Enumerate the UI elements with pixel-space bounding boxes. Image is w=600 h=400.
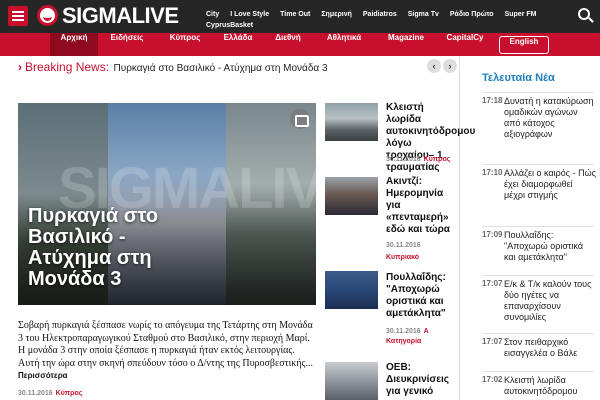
latest-news-time: 17:02 — [482, 375, 503, 384]
latest-news-item[interactable]: 17:18 Δυνατή η κατακύρωση ομαδικών αγώνω… — [482, 92, 594, 160]
latest-news-time: 17:10 — [482, 168, 503, 177]
chevron-right-icon: › — [18, 60, 22, 74]
top-bar: SIGMALIVE City I Love Style Time Out Σημερι… — [0, 0, 600, 33]
column-divider — [459, 56, 460, 400]
item-thumbnail[interactable] — [325, 103, 378, 141]
nav-item-world[interactable]: Διεθνή — [263, 33, 313, 56]
item-date: 30.11.2016 — [386, 328, 421, 335]
item-category[interactable]: Κυπριακό — [386, 254, 419, 261]
latest-news-text[interactable]: Πουλλαΐδης: "Αποχωρώ οριστικά και αμετάκ… — [504, 230, 596, 263]
item-thumbnail[interactable] — [325, 177, 378, 215]
hero-summary: Σοβαρή πυρκαγιά ξέσπασε νωρίς το απόγευμ… — [18, 320, 318, 383]
latest-news-time: 17:09 — [482, 230, 503, 239]
nav-item-capitalcy[interactable]: CapitalCy — [440, 33, 490, 56]
item-thumbnail[interactable] — [325, 271, 378, 309]
latest-news-text[interactable]: Δυνατή η κατακύρωση ομαδικών αγώνων από … — [504, 96, 596, 140]
item-category[interactable]: Κύπρος — [424, 156, 451, 163]
prev-arrow-icon[interactable]: ‹ — [427, 59, 441, 73]
hero-date: 30.11.2016 — [18, 390, 53, 397]
hero-image[interactable]: SIGMALIVE Πυρκαγιά στο Βασιλικό - Ατύχημ… — [18, 103, 316, 305]
site-logo[interactable]: SIGMALIVE — [62, 3, 179, 29]
breaking-headline[interactable]: Πυρκαγιά στο Βασιλικό - Ατύχημα στη Μονά… — [114, 63, 328, 74]
latest-news-text[interactable]: Κλειστή λωρίδα αυτοκινητόδρομου — [504, 375, 596, 397]
breaking-news-bar: › Breaking News: Πυρκαγιά στο Βασιλικό - … — [18, 58, 328, 76]
nav-item-news[interactable]: Ειδήσεις — [102, 33, 152, 56]
latest-news-text[interactable]: Στον πειθαρχικό εισαγγελέα ο Βάλε — [504, 337, 596, 359]
logo-icon[interactable] — [37, 5, 58, 26]
latest-news-time: 17:07 — [482, 337, 503, 346]
item-meta: 30.11.2016 — [386, 242, 421, 249]
nav-item-cyprus[interactable]: Κύπρος — [160, 33, 210, 56]
hero-meta: 30.11.2016 Κύπρος — [18, 390, 82, 397]
network-link-timeout[interactable]: Time Out — [280, 9, 310, 20]
item-meta: 30.11.2016 Κύπρος — [386, 156, 450, 163]
read-more-link[interactable]: Περισσότερα — [18, 371, 68, 380]
latest-news-heading: Τελευταία Νέα — [482, 72, 555, 84]
latest-news-text[interactable]: Αλλάζει ο καιρός - Πώς έχει διαμορφωθεί … — [504, 168, 596, 201]
item-meta-category: Κυπριακό — [383, 254, 419, 261]
latest-news-item[interactable]: 17:09 Πουλλαΐδης: "Αποχωρώ οριστικά και … — [482, 226, 594, 276]
item-title[interactable]: Πουλλαΐδης: "Αποχωρώ οριστικά και αμετάκ… — [386, 272, 456, 320]
item-title[interactable]: ΟΕΒ: Διευκρινίσεις για γενικό — [386, 362, 456, 398]
network-links: City I Love Style Time Out Σημερινή Paidiatr… — [206, 9, 566, 31]
nav-item-home[interactable]: Αρχική — [50, 33, 98, 56]
hero-title[interactable]: Πυρκαγιά στο Βασιλικό - Ατύχημα στη Μονά… — [28, 206, 208, 290]
main-nav: Αρχική Ειδήσεις Κύπρος Ελλάδα Διεθνή Αθλ… — [0, 33, 600, 56]
network-link-simerini[interactable]: Σημερινή — [321, 9, 352, 20]
latest-news-time: 17:07 — [482, 279, 503, 288]
latest-news-item[interactable]: 17:02 Κλειστή λωρίδα αυτοκινητόδρομου — [482, 371, 594, 400]
latest-news-text[interactable]: Ε/κ & Τ/κ καλούν τους δύο ηγέτες να επαν… — [504, 279, 596, 323]
network-link-superfm[interactable]: Super FM — [505, 9, 537, 20]
english-button[interactable]: English — [499, 36, 549, 54]
next-arrow-icon[interactable]: › — [443, 59, 457, 73]
nav-item-greece[interactable]: Ελλάδα — [213, 33, 263, 56]
network-link-city[interactable]: City — [206, 9, 219, 20]
item-thumbnail[interactable] — [325, 362, 378, 400]
hero-summary-text: Σοβαρή πυρκαγιά ξέσπασε νωρίς το απόγευμ… — [18, 320, 314, 369]
item-meta: 30.11.2016 Α Κατηγορία — [386, 327, 452, 347]
network-link-sigmatv[interactable]: Sigma Tv — [408, 9, 439, 20]
network-link-paidiatros[interactable]: Paidiatros — [363, 9, 397, 20]
nav-item-sports[interactable]: Αθλητικά — [316, 33, 372, 56]
latest-news-item[interactable]: 17:07 Ε/κ & Τ/κ καλούν τους δύο ηγέτες ν… — [482, 275, 594, 335]
menu-icon[interactable] — [8, 6, 28, 26]
hero-category[interactable]: Κύπρος — [56, 390, 83, 397]
latest-news-item[interactable]: 17:10 Αλλάζει ο καιρός - Πώς έχει διαμορ… — [482, 164, 596, 226]
item-title[interactable]: Ακιντζί: Ημερομηνία για «πενταμερή» εδώ … — [386, 176, 456, 236]
network-link-cyprusbasket[interactable]: CyprusBasket — [206, 20, 253, 31]
item-title[interactable]: Κλειστή λωρίδα αυτοκινητόδρομου λόγω τρο… — [386, 102, 475, 174]
breaking-label: Breaking News: — [25, 60, 110, 74]
item-date: 30.11.2016 — [386, 242, 421, 249]
item-date: 30.11.2016 — [386, 156, 421, 163]
network-link-ilovestyle[interactable]: I Love Style — [230, 9, 269, 20]
camera-icon — [290, 109, 310, 129]
nav-item-magazine[interactable]: Magazine — [380, 33, 432, 56]
latest-news-item[interactable]: 17:07 Στον πειθαρχικό εισαγγελέα ο Βάλε — [482, 333, 594, 371]
latest-news-time: 17:18 — [482, 96, 503, 105]
network-link-radio-proto[interactable]: Ράδιο Πρώτο — [450, 9, 494, 20]
search-icon[interactable] — [578, 8, 590, 20]
